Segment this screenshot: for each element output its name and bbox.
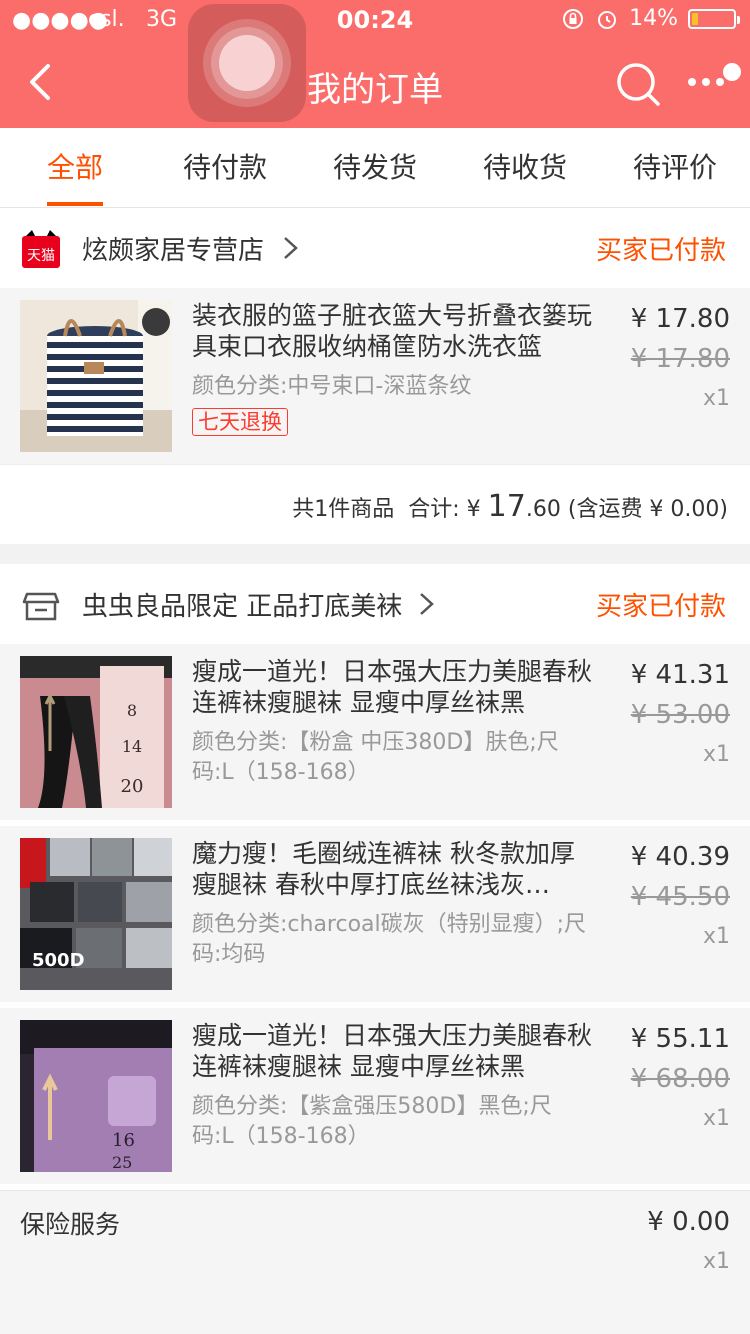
original-price: ¥ 68.00	[630, 1064, 730, 1094]
insurance-label: 保险服务	[20, 1210, 121, 1239]
product-quantity: x1	[702, 924, 730, 949]
list-item[interactable]: 装衣服的篮子脏衣篮大号折叠衣篓玩具束口衣服收纳桶筐防水洗衣篮 颜色分类:中号束口…	[0, 288, 750, 464]
order-status: 买家已付款	[595, 592, 726, 622]
product-title: 瘦成一道光！日本强大压力美腿春秋连裤袜瘦腿袜 显瘦中厚丝袜黑	[192, 1021, 592, 1081]
svg-text:500D: 500D	[32, 950, 85, 971]
original-price: ¥ 53.00	[630, 700, 730, 730]
tab-pending-payment[interactable]: 待付款	[150, 128, 300, 208]
rotation-lock-icon	[563, 8, 584, 29]
svg-text:16: 16	[112, 1130, 135, 1151]
battery-percent: 14%	[629, 6, 678, 31]
svg-text:14: 14	[122, 737, 142, 756]
chevron-right-icon	[420, 593, 434, 615]
insurance-quantity: x1	[702, 1249, 730, 1274]
order-summary: 共1件商品 合计: ¥ 17.60 (含运费 ¥ 0.00)	[0, 464, 750, 544]
tab-all[interactable]: 全部	[0, 128, 150, 208]
item-count: 共1件商品	[292, 497, 395, 522]
order-status: 买家已付款	[595, 236, 726, 266]
svg-text:天猫: 天猫	[27, 248, 55, 264]
search-icon[interactable]	[614, 60, 662, 108]
original-price: ¥ 45.50	[630, 882, 730, 912]
battery-icon	[688, 8, 740, 29]
insurance-service-row[interactable]: 保险服务 ¥ 0.00 x1	[0, 1190, 750, 1334]
currency-symbol: ¥	[466, 497, 481, 522]
more-icon[interactable]	[684, 60, 744, 100]
product-title: 瘦成一道光！日本强大压力美腿春秋连裤袜瘦腿袜 显瘦中厚丝袜黑	[192, 657, 592, 717]
list-item[interactable]: 8 14 20 瘦成一道光！日本强大压力美腿春秋连裤袜瘦腿袜 显瘦中厚丝袜黑 颜…	[0, 644, 750, 820]
shop-name: 虫虫良品限定 正品打底美袜	[82, 592, 403, 622]
product-price: ¥ 17.80	[630, 304, 730, 334]
shipping-fee: (含运费 ¥ 0.00)	[567, 497, 728, 522]
product-price: ¥ 40.39	[630, 842, 730, 872]
product-price: ¥ 55.11	[630, 1024, 730, 1054]
product-sku: 颜色分类:中号束口-深蓝条纹	[192, 374, 472, 399]
product-image: 8 14 20	[20, 656, 172, 808]
shop-header[interactable]: 天猫 炫颇家居专营店 买家已付款	[0, 208, 750, 288]
order-card: 虫虫良品限定 正品打底美袜 买家已付款 8 14 20 瘦成一道光！日本强大压力…	[0, 564, 750, 1190]
product-image: 16 25	[20, 1020, 172, 1172]
product-quantity: x1	[702, 742, 730, 767]
product-sku: 颜色分类:【粉盒 中压380D】肤色;尺码:L（158-168）	[192, 730, 559, 785]
product-sku: 颜色分类:【紫盒强压580D】黑色;尺码:L（158-168）	[192, 1094, 552, 1149]
chevron-right-icon	[284, 237, 298, 259]
tmall-icon: 天猫	[22, 230, 60, 268]
product-title: 装衣服的篮子脏衣篮大号折叠衣篓玩具束口衣服收纳桶筐防水洗衣篮	[192, 301, 592, 361]
svg-text:20: 20	[121, 776, 144, 797]
insurance-price: ¥ 0.00	[647, 1207, 730, 1237]
tab-pending-review[interactable]: 待评价	[600, 128, 750, 208]
product-image	[20, 300, 172, 452]
total-decimal: .60	[525, 497, 561, 522]
total-integer: 17	[487, 489, 526, 524]
svg-text:25: 25	[112, 1153, 132, 1172]
shop-name: 炫颇家居专营店	[82, 236, 265, 266]
shop-header[interactable]: 虫虫良品限定 正品打底美袜 买家已付款	[0, 564, 750, 644]
tab-pending-shipment[interactable]: 待发货	[300, 128, 450, 208]
status-bar: ●●●●● csl. 3G 00:24 14%	[0, 0, 750, 42]
product-quantity: x1	[702, 1106, 730, 1131]
product-price: ¥ 41.31	[630, 660, 730, 690]
product-quantity: x1	[702, 386, 730, 411]
return-policy-badge: 七天退换	[192, 408, 288, 436]
list-item[interactable]: 500D 魔力瘦！毛圈绒连裤袜 秋冬款加厚瘦腿袜 春秋中厚打底丝袜浅灰… 颜色分…	[0, 826, 750, 1002]
order-card: 天猫 炫颇家居专营店 买家已付款 装衣服的篮子脏衣篮大号折叠衣篓玩具束口衣服收纳…	[0, 208, 750, 544]
product-title: 魔力瘦！毛圈绒连裤袜 秋冬款加厚瘦腿袜 春秋中厚打底丝袜浅灰…	[192, 839, 575, 899]
svg-text:8: 8	[127, 701, 137, 720]
total-label: 合计:	[408, 497, 460, 522]
active-tab-indicator	[47, 202, 103, 206]
order-tabs: 全部 待付款 待发货 待收货 待评价	[0, 128, 750, 208]
product-image: 500D	[20, 838, 172, 990]
list-item[interactable]: 16 25 瘦成一道光！日本强大压力美腿春秋连裤袜瘦腿袜 显瘦中厚丝袜黑 颜色分…	[0, 1008, 750, 1184]
product-sku: 颜色分类:charcoal碳灰（特别显瘦）;尺码:均码	[192, 912, 587, 967]
top-bar: ●●●●● csl. 3G 00:24 14% 我的订单	[0, 0, 750, 128]
store-icon	[22, 592, 60, 621]
tab-pending-receipt[interactable]: 待收货	[450, 128, 600, 208]
assistive-touch-button[interactable]	[188, 4, 306, 122]
original-price: ¥ 17.80	[630, 344, 730, 374]
alarm-icon	[598, 10, 617, 29]
